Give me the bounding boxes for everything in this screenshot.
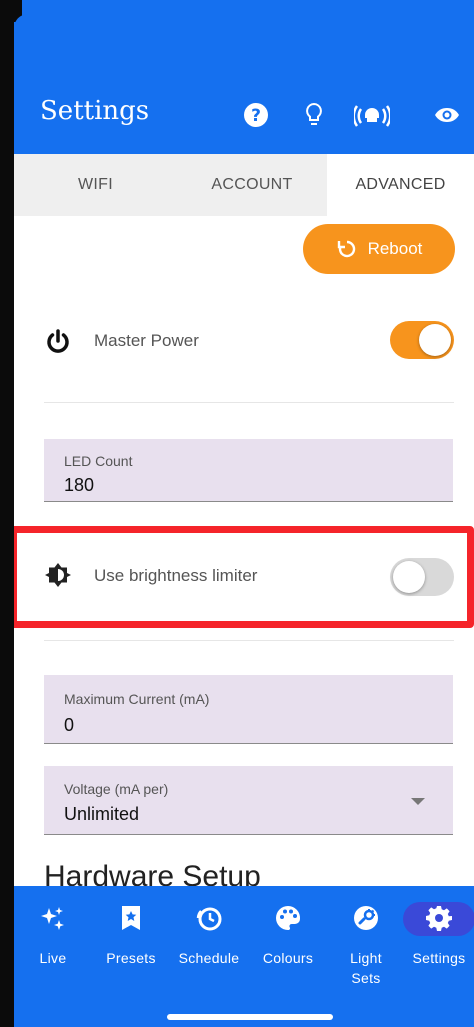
- divider: [44, 402, 454, 403]
- nav-colours[interactable]: Colours: [254, 886, 322, 996]
- eye-icon[interactable]: [432, 100, 462, 130]
- gear-icon: [425, 904, 453, 932]
- restart-icon: [337, 240, 355, 258]
- nav-label: Presets: [106, 950, 156, 966]
- app-screen: Settings ? WIFI ACCOUNT ADVANCED Reboot …: [0, 0, 474, 1027]
- brightness-icon: [44, 561, 72, 589]
- chevron-down-icon: [411, 798, 425, 805]
- light-sets-icon: [352, 904, 380, 932]
- sparkle-icon: [39, 904, 67, 932]
- help-icon[interactable]: ?: [241, 100, 271, 130]
- maximum-current-field[interactable]: Maximum Current (mA) 0: [44, 675, 453, 744]
- nav-label: Light Sets: [350, 950, 382, 986]
- home-indicator: [167, 1014, 333, 1020]
- device-frame-edge: [0, 0, 14, 1027]
- broadcast-icon[interactable]: [352, 100, 392, 130]
- tab-account[interactable]: ACCOUNT: [177, 154, 327, 216]
- nav-label: Colours: [262, 950, 314, 966]
- divider: [44, 640, 454, 641]
- star-bookmark-icon: [117, 904, 145, 932]
- tab-wifi[interactable]: WIFI: [14, 154, 177, 216]
- toggle-knob: [393, 561, 425, 593]
- nav-light-sets[interactable]: Light Sets: [338, 886, 394, 996]
- svg-text:?: ?: [251, 106, 261, 126]
- voltage-label: Voltage (mA per): [64, 781, 169, 797]
- palette-icon: [274, 904, 302, 932]
- led-count-field[interactable]: LED Count 180: [44, 439, 453, 502]
- led-count-label: LED Count: [64, 453, 133, 469]
- brightness-limiter-label: Use brightness limiter: [94, 566, 258, 585]
- reboot-button[interactable]: Reboot: [303, 224, 455, 274]
- app-bar: Settings ?: [0, 0, 474, 154]
- page-title: Settings: [40, 96, 150, 126]
- master-power-toggle[interactable]: [390, 321, 454, 359]
- clock-icon: [195, 904, 223, 932]
- tab-advanced[interactable]: ADVANCED: [327, 154, 474, 216]
- master-power-label: Master Power: [94, 331, 199, 350]
- nav-live[interactable]: Live: [30, 886, 76, 996]
- voltage-value: Unlimited: [64, 804, 140, 824]
- reboot-label: Reboot: [367, 239, 423, 258]
- led-count-value: 180: [64, 475, 95, 495]
- bulb-icon[interactable]: [299, 100, 329, 130]
- nav-settings[interactable]: Settings: [403, 886, 474, 996]
- nav-presets[interactable]: Presets: [98, 886, 164, 996]
- voltage-select[interactable]: Voltage (mA per) Unlimited: [44, 766, 453, 835]
- nav-label: Live: [39, 950, 67, 966]
- power-icon: [44, 327, 72, 355]
- brightness-limiter-toggle[interactable]: [390, 558, 454, 596]
- toggle-knob: [419, 324, 451, 356]
- settings-tabs: WIFI ACCOUNT ADVANCED: [14, 154, 474, 216]
- nav-label: Schedule: [178, 950, 240, 966]
- maximum-current-value: 0: [64, 715, 75, 735]
- nav-label: Settings: [412, 950, 466, 966]
- maximum-current-label: Maximum Current (mA): [64, 691, 210, 707]
- bottom-navigation: Live Presets Schedule Colours Light Sets: [0, 886, 474, 1027]
- nav-schedule[interactable]: Schedule: [170, 886, 248, 996]
